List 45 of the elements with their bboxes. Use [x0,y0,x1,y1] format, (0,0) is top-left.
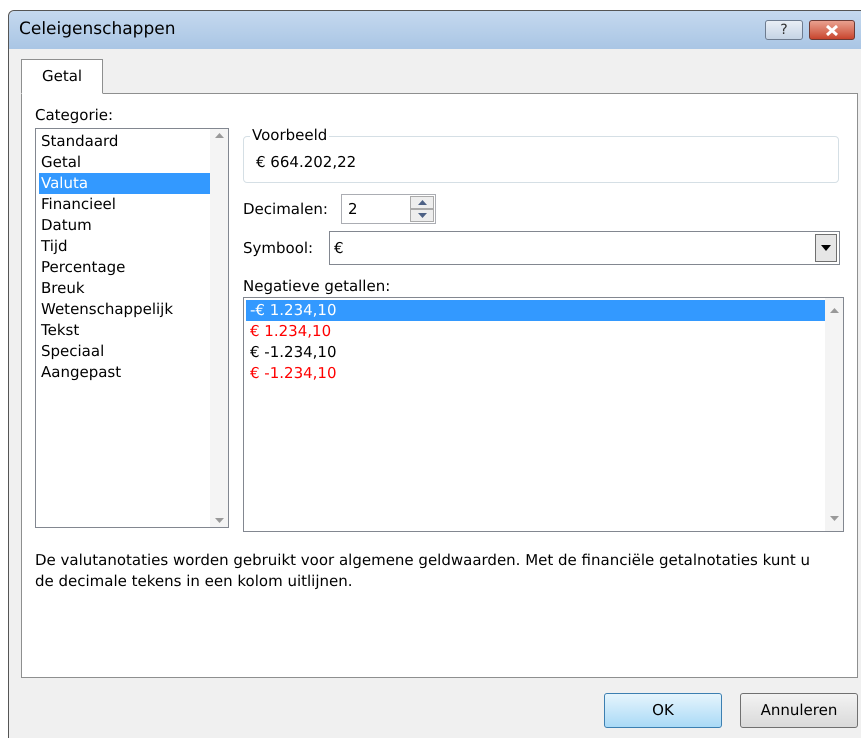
symbol-value: € [334,238,345,259]
preview-value: € 664.202,22 [256,152,356,174]
category-list[interactable]: Standaard Getal Valuta Financieel Datum Tijd Percentage Breuk Wetenschappelijk Tekst Speciaal Aangepast [35,128,229,528]
negative-format-item[interactable]: € -1.234,10 [246,342,825,363]
category-item[interactable]: Datum [39,215,210,236]
decimals-value: 2 [348,198,359,220]
ok-button[interactable]: OK [604,693,722,728]
symbol-dropdown[interactable]: € [329,231,840,265]
category-item[interactable]: Speciaal [39,341,210,362]
down-arrow-icon [418,213,426,218]
scroll-up-icon[interactable] [214,133,224,138]
negative-format-item[interactable]: € 1.234,10 [246,321,825,342]
scroll-down-icon[interactable] [214,518,224,523]
scrollbar[interactable] [825,298,843,531]
description-text: De valutanotaties worden gebruikt voor algemene geldwaarden. Met de financiële getalnotaties kunt u de decimale tekens in een kolom uitlijnen. [35,550,812,592]
help-button[interactable]: ? [765,20,803,40]
up-arrow-icon [418,200,426,205]
negative-numbers-label: Negatieve getallen: [243,276,392,297]
category-item[interactable]: Tekst [39,320,210,341]
spin-down-button[interactable] [410,209,434,222]
spin-up-button[interactable] [410,196,434,209]
tab[interactable]: Getal [21,59,104,94]
close-button[interactable] [809,20,855,40]
scrollbar[interactable] [210,129,228,527]
caret-icon [821,245,831,251]
negative-numbers-list[interactable]: -€ 1.234,10 € 1.234,10 € -1.234,10 € -1.234,10 [243,297,844,532]
scroll-up-icon[interactable] [830,308,838,313]
category-item[interactable]: Wetenschappelijk [39,299,210,320]
cancel-button[interactable]: Annuleren [740,693,858,728]
category-item[interactable]: Getal [39,152,210,173]
category-item[interactable]: Breuk [39,278,210,299]
category-item[interactable]: Percentage [39,257,210,278]
category-item[interactable]: Aangepast [39,362,210,383]
category-item[interactable]: Tijd [39,236,210,257]
category-label: Categorie: [35,105,114,126]
symbol-label: Symbool: [243,238,314,259]
decimals-spinner[interactable]: 2 [341,194,436,224]
window-title: Celeigenschappen [19,18,176,42]
close-icon [825,24,839,36]
scroll-down-icon[interactable] [830,516,838,521]
decimals-label: Decimalen: [243,198,329,220]
category-item[interactable]: Financieel [39,194,210,215]
dropdown-button[interactable] [815,234,837,262]
negative-format-item[interactable]: € -1.234,10 [246,363,825,384]
category-item[interactable]: Standaard [39,131,210,152]
